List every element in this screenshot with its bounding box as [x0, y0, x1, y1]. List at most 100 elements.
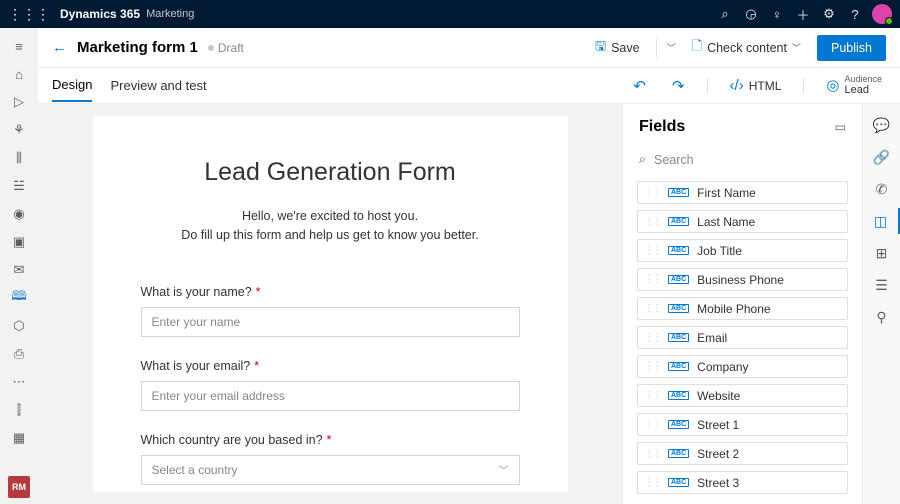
drag-handle-icon: ⋮⋮ — [644, 245, 660, 256]
field-type-badge: ABC — [668, 478, 689, 487]
attach-icon[interactable]: ⚲ — [869, 304, 895, 330]
segment-icon[interactable]: ▣ — [5, 230, 33, 254]
intro-line-1: Hello, we're excited to host you. — [141, 207, 520, 226]
form-canvas[interactable]: Lead Generation Form Hello, we're excite… — [93, 116, 568, 492]
field-item-label: First Name — [697, 186, 756, 200]
global-topbar: ⋮⋮⋮ Dynamics 365 Marketing ⌕ ◶ ♀ ＋ ⚙ ? — [0, 0, 900, 28]
field-item[interactable]: ⋮⋮ABCMobile Phone — [637, 297, 848, 320]
save-dropdown[interactable]: ﹀ — [667, 41, 676, 54]
country-select[interactable]: Select a country﹀ — [141, 455, 520, 485]
home-icon[interactable]: ⌂ — [5, 62, 33, 86]
add-element-icon[interactable]: ⊞ — [869, 240, 895, 266]
asset-icon[interactable]: ▦ — [5, 426, 33, 450]
tab-design[interactable]: Design — [52, 69, 92, 102]
globe-icon[interactable]: ◉ — [5, 202, 33, 226]
required-indicator: * — [254, 359, 259, 373]
field-type-badge: ABC — [668, 304, 689, 313]
page-title: Marketing form 1 — [77, 39, 198, 56]
field-item[interactable]: ⋮⋮ABCFirst Name — [637, 181, 848, 204]
settings-icon[interactable]: ⚙ — [816, 6, 842, 22]
field-type-badge: ABC — [668, 217, 689, 226]
field-item-label: Last Name — [697, 215, 755, 229]
right-toolbar: 💬 🔗 ✆ ◫ ⊞ ☰ ⚲ — [862, 104, 900, 504]
forms-icon[interactable]: 🕮 — [5, 286, 33, 310]
field-name[interactable]: What is your name?* Enter your name — [141, 285, 520, 337]
mail-icon[interactable]: ✉ — [5, 258, 33, 282]
field-type-badge: ABC — [668, 275, 689, 284]
analytics-icon[interactable]: ⫼ — [5, 146, 33, 170]
field-item[interactable]: ⋮⋮ABCLast Name — [637, 210, 848, 233]
field-item[interactable]: ⋮⋮ABCStreet 1 — [637, 413, 848, 436]
redo-button[interactable]: ↷ — [668, 77, 689, 95]
field-item-label: Business Phone — [697, 273, 784, 287]
search-icon: ⌕ — [639, 152, 646, 167]
name-input[interactable]: Enter your name — [141, 307, 520, 337]
publish-button[interactable]: Publish — [817, 35, 886, 61]
link-icon[interactable]: 🔗 — [869, 144, 895, 170]
fields-search[interactable]: ⌕ Search — [637, 148, 848, 171]
chat-icon[interactable]: 💬 — [869, 112, 895, 138]
menu-icon[interactable]: ≡ — [5, 34, 33, 58]
form-settings-icon[interactable]: ▭ — [835, 120, 846, 134]
library-icon[interactable]: ⎙ — [5, 342, 33, 366]
add-icon[interactable]: ＋ — [790, 5, 816, 24]
phone-icon[interactable]: ✆ — [869, 176, 895, 202]
left-nav: ≡ ⌂ ▷ ⚘ ⫼ ☱ ◉ ▣ ✉ 🕮 ⬡ ⎙ ⋯ ⫿ ▦ RM — [0, 28, 38, 504]
list-icon[interactable]: ☰ — [869, 272, 895, 298]
help-icon[interactable]: ? — [842, 7, 868, 22]
target-icon: ◎ — [826, 76, 839, 94]
field-item[interactable]: ⋮⋮ABCWebsite — [637, 384, 848, 407]
push-icon[interactable]: ⬡ — [5, 314, 33, 338]
tab-bar: Design Preview and test ↶ ↷ ‹/›HTML ◎ Au… — [38, 68, 900, 104]
field-country[interactable]: Which country are you based in?* Select … — [141, 433, 520, 485]
drag-handle-icon: ⋮⋮ — [644, 390, 660, 401]
tab-preview[interactable]: Preview and test — [110, 70, 206, 101]
field-item-label: Street 3 — [697, 476, 739, 490]
field-item[interactable]: ⋮⋮ABCCompany — [637, 355, 848, 378]
required-indicator: * — [256, 285, 261, 299]
field-type-badge: ABC — [668, 188, 689, 197]
field-item[interactable]: ⋮⋮ABCStreet 3 — [637, 471, 848, 494]
fields-title: Fields — [639, 118, 685, 136]
check-content-button[interactable]: 🗋Check content﹀ — [686, 33, 807, 63]
elements-icon[interactable]: ◫ — [864, 208, 900, 234]
search-placeholder: Search — [654, 153, 694, 167]
field-item-label: Street 1 — [697, 418, 739, 432]
audience-button[interactable]: ◎ AudienceLead — [822, 75, 886, 97]
drag-handle-icon: ⋮⋮ — [644, 274, 660, 285]
assistant-icon[interactable]: ♀ — [764, 7, 790, 22]
play-icon[interactable]: ▷ — [5, 90, 33, 114]
audience-label: Audience — [844, 75, 882, 85]
field-type-badge: ABC — [668, 449, 689, 458]
check-label: Check content — [707, 41, 787, 55]
field-item-label: Email — [697, 331, 727, 345]
drag-handle-icon: ⋮⋮ — [644, 303, 660, 314]
save-button[interactable]: 🖫Save — [589, 33, 646, 63]
chevron-down-icon: ﹀ — [499, 462, 509, 477]
report-icon[interactable]: ⫿ — [5, 398, 33, 422]
field-label: What is your email? — [141, 359, 251, 373]
html-button[interactable]: ‹/›HTML — [726, 77, 786, 94]
filter-icon[interactable]: ☱ — [5, 174, 33, 198]
check-icon: 🗋 — [692, 37, 702, 59]
drag-handle-icon: ⋮⋮ — [644, 448, 660, 459]
back-button[interactable]: ← — [52, 39, 67, 56]
app-launcher-icon[interactable]: ⋮⋮⋮ — [8, 6, 50, 23]
save-icon: 🖫 — [595, 37, 606, 59]
field-item[interactable]: ⋮⋮ABCEmail — [637, 326, 848, 349]
field-item[interactable]: ⋮⋮ABCJob Title — [637, 239, 848, 262]
email-input[interactable]: Enter your email address — [141, 381, 520, 411]
journey-icon[interactable]: ⚘ — [5, 118, 33, 142]
search-icon[interactable]: ⌕ — [712, 6, 738, 22]
more-icon[interactable]: ⋯ — [5, 370, 33, 394]
field-email[interactable]: What is your email?* Enter your email ad… — [141, 359, 520, 411]
field-item[interactable]: ⋮⋮ ABC Business Phone — [637, 268, 848, 291]
undo-button[interactable]: ↶ — [629, 77, 650, 95]
task-icon[interactable]: ◶ — [738, 6, 764, 22]
field-type-badge: ABC — [668, 362, 689, 371]
field-type-badge: ABC — [668, 391, 689, 400]
field-item[interactable]: ⋮⋮ABCStreet 2 — [637, 442, 848, 465]
avatar[interactable] — [872, 4, 892, 24]
area-switcher[interactable]: RM — [8, 476, 30, 498]
field-item-label: Job Title — [697, 244, 742, 258]
